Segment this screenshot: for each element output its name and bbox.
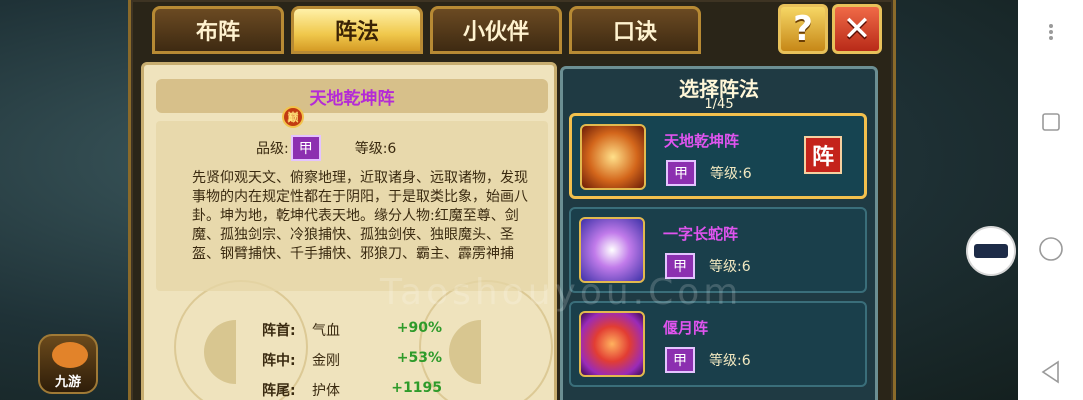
formation-title: 天地乾坤阵 — [309, 88, 395, 109]
formation-card-level: 等级:6 — [710, 166, 752, 182]
floating-assistant-button[interactable] — [966, 226, 1016, 276]
stat-position: 阵首: — [262, 323, 296, 339]
logo-text: 九游 — [54, 375, 81, 390]
formation-card-name: 一字长蛇阵 — [663, 225, 739, 243]
formation-card-name: 偃月阵 — [663, 319, 709, 337]
grade-badge: 甲 — [666, 160, 696, 186]
formation-card-name: 天地乾坤阵 — [664, 132, 740, 150]
tab-formation-methods[interactable]: 阵法 — [291, 6, 423, 54]
formation-card[interactable]: 偃月阵 甲 等级:6 — [569, 301, 867, 387]
yin-yang-icon — [449, 320, 513, 384]
android-nav-bar — [1018, 0, 1083, 400]
formation-icon — [579, 311, 645, 377]
formation-card-grade: 甲 等级:6 — [664, 160, 752, 186]
grade-label: 品级: — [256, 141, 289, 157]
home-icon[interactable] — [1018, 236, 1083, 262]
stat-attr: 金刚 — [312, 353, 340, 369]
grade-badge: 甲 — [665, 347, 695, 373]
game-screen: 布阵 阵法 小伙伴 口诀 ? ✕ 天地乾坤阵 品级: 甲 等级:6 先贤仰观天文… — [0, 0, 1018, 400]
peak-badge: 巅 — [282, 106, 304, 128]
stat-value: +1195 — [391, 380, 442, 396]
formation-description: 先贤仰观天文、俯察地理，近取诸身、远取诸物，发现事物的内在规定性都在于阴阳，于是… — [192, 170, 528, 262]
stat-value: +53% — [396, 350, 442, 366]
stat-value: +90% — [396, 320, 442, 336]
stat-position: 阵尾: — [262, 383, 296, 399]
stat-row: 阵尾: 护体 +1195 — [262, 380, 442, 400]
level-label: 等级:6 — [354, 141, 397, 157]
tab-mantras[interactable]: 口诀 — [569, 6, 701, 54]
stat-row: 阵中: 金刚 +53% — [262, 350, 442, 370]
stat-row: 阵首: 气血 +90% — [262, 320, 442, 340]
stat-attr: 气血 — [312, 323, 340, 339]
close-button[interactable]: ✕ — [832, 4, 882, 54]
mascot-icon — [52, 342, 88, 368]
stat-attr: 护体 — [312, 383, 340, 399]
tab-formation-setup[interactable]: 布阵 — [152, 6, 284, 54]
grade-badge: 甲 — [290, 135, 321, 161]
selector-count: 1/45 — [704, 97, 734, 112]
formation-card[interactable]: 天地乾坤阵 甲 等级:6 阵 — [569, 113, 867, 199]
in-use-seal: 阵 — [804, 136, 842, 174]
back-icon[interactable] — [1018, 360, 1083, 384]
formation-icon — [580, 124, 646, 190]
formation-selector-panel[interactable]: 选择阵法 1/45 天地乾坤阵 甲 等级:6 阵 一字长蛇阵 甲 等级:6 偃月… — [560, 66, 878, 400]
recent-apps-icon[interactable] — [1018, 112, 1083, 132]
game-logo[interactable]: 九游 — [38, 334, 98, 394]
formation-card-grade: 甲 等级:6 — [663, 347, 751, 373]
help-button[interactable]: ? — [778, 4, 828, 54]
stat-position: 阵中: — [262, 353, 296, 369]
formation-detail-panel: 天地乾坤阵 品级: 甲 等级:6 先贤仰观天文、俯察地理，近取诸身、远取诸物，发… — [141, 62, 557, 400]
tab-companions[interactable]: 小伙伴 — [430, 6, 562, 54]
watermark: Taoshouyou.Com — [380, 272, 743, 313]
overflow-menu-icon[interactable] — [1018, 22, 1083, 42]
yin-yang-icon — [204, 320, 268, 384]
formation-card-level: 等级:6 — [709, 353, 751, 369]
assistant-icon — [974, 244, 1008, 258]
grade-row: 品级: 甲 等级:6 — [256, 135, 396, 161]
formation-title-bar: 天地乾坤阵 — [156, 79, 548, 113]
